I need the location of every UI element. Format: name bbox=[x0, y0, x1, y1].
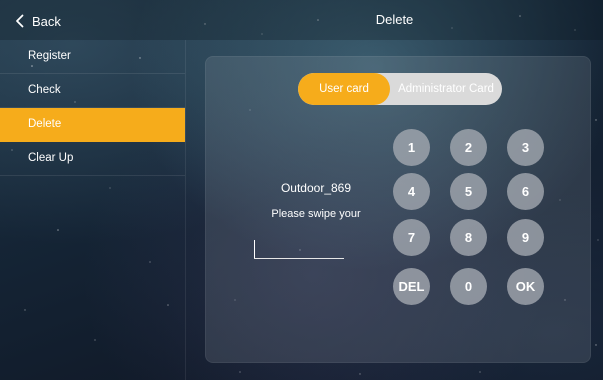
keypad-key-3[interactable]: 3 bbox=[507, 129, 544, 166]
sidebar-item-clear-up[interactable]: Clear Up bbox=[0, 142, 185, 176]
chevron-left-icon bbox=[16, 14, 24, 28]
top-bar: Back Delete bbox=[0, 0, 603, 40]
sidebar-item-delete[interactable]: Delete bbox=[0, 108, 185, 142]
card-type-toggle: Administrator Card User card bbox=[298, 73, 502, 105]
keypad-key-7[interactable]: 7 bbox=[393, 219, 430, 256]
keypad-key-1[interactable]: 1 bbox=[393, 129, 430, 166]
keypad-key-5[interactable]: 5 bbox=[450, 173, 487, 210]
card-number-input[interactable] bbox=[254, 240, 344, 259]
sidebar-item-register[interactable]: Register bbox=[0, 40, 185, 74]
keypad-key-0[interactable]: 0 bbox=[450, 268, 487, 305]
sidebar-item-label: Delete bbox=[28, 118, 62, 130]
user-card-tab[interactable]: User card bbox=[298, 73, 390, 105]
page-title: Delete bbox=[375, 12, 414, 27]
keypad-ok-button[interactable]: OK bbox=[507, 268, 544, 305]
keypad-key-4[interactable]: 4 bbox=[393, 173, 430, 210]
administrator-card-tab[interactable]: Administrator Card bbox=[390, 73, 502, 105]
device-name: Outdoor_869 bbox=[280, 181, 352, 195]
keypad-del-button[interactable]: DEL bbox=[393, 268, 430, 305]
sidebar-item-label: Clear Up bbox=[28, 152, 74, 164]
back-label: Back bbox=[32, 13, 61, 29]
delete-panel: Administrator Card User card Outdoor_869… bbox=[205, 56, 591, 363]
back-button[interactable]: Back bbox=[14, 10, 61, 32]
keypad-key-9[interactable]: 9 bbox=[507, 219, 544, 256]
text-caret bbox=[254, 240, 255, 258]
screen: Back Delete Register Check Delete Clear … bbox=[0, 0, 603, 380]
sidebar-item-label: Check bbox=[28, 84, 61, 96]
keypad-key-2[interactable]: 2 bbox=[450, 129, 487, 166]
sidebar-item-label: Register bbox=[28, 50, 71, 62]
sidebar: Register Check Delete Clear Up bbox=[0, 40, 186, 380]
keypad-key-8[interactable]: 8 bbox=[450, 219, 487, 256]
sidebar-item-check[interactable]: Check bbox=[0, 74, 185, 108]
keypad-key-6[interactable]: 6 bbox=[507, 173, 544, 210]
swipe-prompt: Please swipe your bbox=[271, 208, 361, 220]
